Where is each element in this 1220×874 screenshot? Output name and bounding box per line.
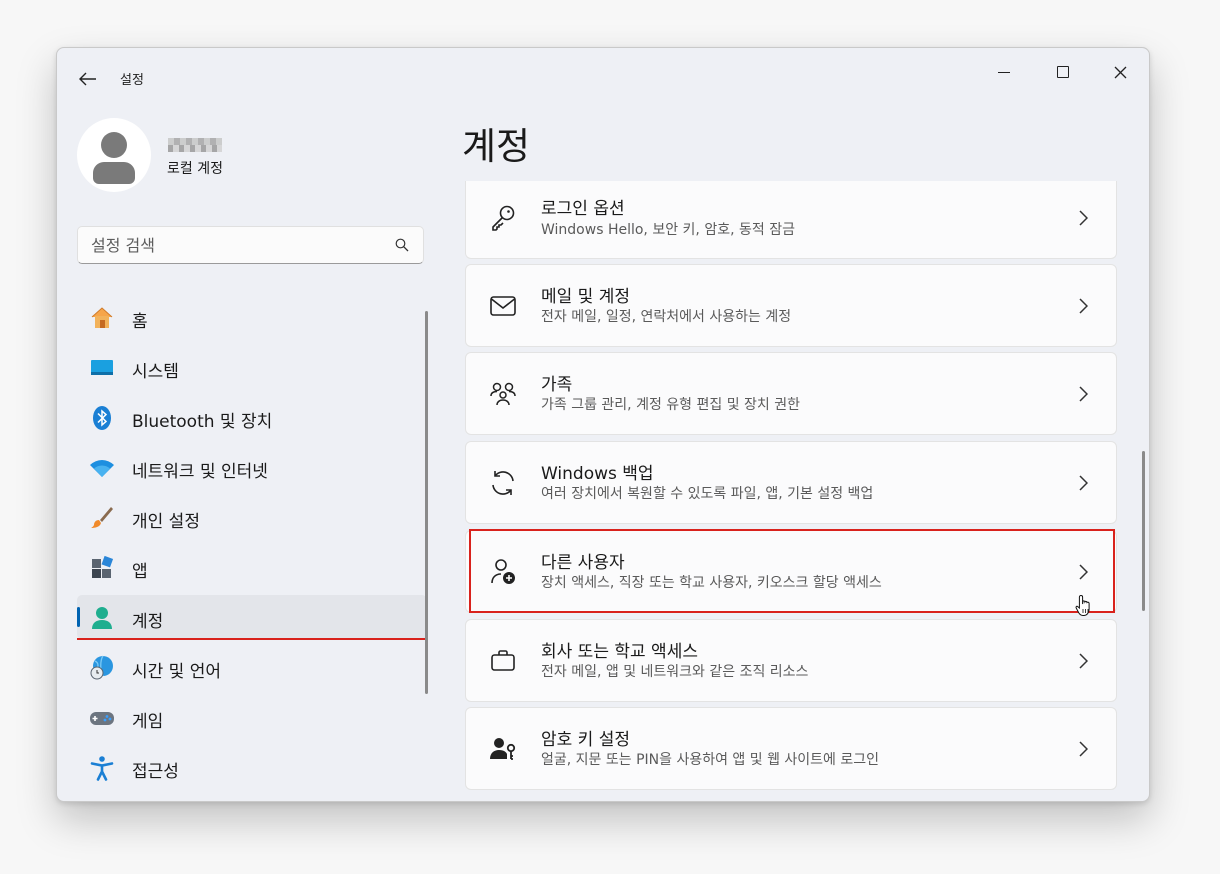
nav-item-personalization[interactable]: 개인 설정 [77,495,427,539]
home-icon [91,307,113,328]
card-subtitle: 가족 그룹 관리, 계정 유형 편집 및 장치 권한 [541,397,801,413]
card-subtitle: 장치 액세스, 직장 또는 학교 사용자, 키오스크 할당 액세스 [541,575,882,591]
card-subtitle: 전자 메일, 앱 및 네트워크와 같은 조직 리소스 [541,664,809,680]
content-scrollbar[interactable] [1142,451,1145,611]
nav-item-home[interactable]: 홈 [77,295,427,339]
nav-item-system[interactable]: 시스템 [77,345,427,389]
nav-label: 홈 [132,312,148,332]
card-title: 가족 [541,375,573,395]
sync-icon [492,471,514,495]
avatar-body [93,162,135,184]
nav-item-gaming[interactable]: 게임 [77,695,427,739]
maximize-icon [1057,66,1069,78]
nav-scrollbar[interactable] [425,311,428,694]
profile-name-blurred [168,138,222,152]
avatar[interactable] [77,118,151,192]
close-icon [1114,66,1126,78]
hand-cursor-icon [1075,594,1090,616]
wifi-icon [90,460,114,477]
close-button[interactable] [1097,56,1143,88]
brush-icon [91,507,113,528]
key-icon [492,205,515,231]
card-work-school-access[interactable]: 회사 또는 학교 액세스 전자 메일, 앱 및 네트워크와 같은 조직 리소스 [465,619,1117,702]
card-title: 회사 또는 학교 액세스 [541,642,698,662]
card-title: 로그인 옵션 [541,199,625,219]
search-input[interactable] [91,227,391,263]
search-icon [395,238,409,252]
accessibility-icon [90,756,114,781]
nav-label: 계정 [132,612,164,632]
window-title: 설정 [120,73,144,88]
chevron-right-icon [1079,564,1088,580]
nav-label: 접근성 [132,762,179,782]
maximize-button[interactable] [1040,56,1086,88]
selection-indicator [77,607,80,627]
nav-label: 앱 [132,562,148,582]
passkey-icon [490,738,516,760]
bluetooth-icon [93,406,111,430]
card-email-accounts[interactable]: 메일 및 계정 전자 메일, 일정, 연락처에서 사용하는 계정 [465,264,1117,347]
avatar-head [101,132,127,158]
nav-item-network[interactable]: 네트워크 및 인터넷 [77,445,427,489]
minimize-button[interactable] [981,56,1027,88]
nav-item-bluetooth[interactable]: Bluetooth 및 장치 [77,395,427,439]
nav-item-accounts[interactable]: 계정 [77,595,427,639]
card-passkey-settings[interactable]: 암호 키 설정 얼굴, 지문 또는 PIN을 사용하여 앱 및 웹 사이트에 로… [465,707,1117,790]
nav-label: 개인 설정 [132,512,200,532]
nav-label: 게임 [132,712,164,732]
apps-icon [92,555,114,578]
gamepad-icon [90,712,114,725]
nav-label: 시스템 [132,362,179,382]
card-title: 다른 사용자 [541,553,625,573]
card-subtitle: 전자 메일, 일정, 연락처에서 사용하는 계정 [541,309,792,325]
card-other-users[interactable]: 다른 사용자 장치 액세스, 직장 또는 학교 사용자, 키오스크 할당 액세스 [465,530,1117,613]
account-icon [92,607,112,629]
chevron-right-icon [1079,475,1088,491]
briefcase-icon [491,650,515,671]
nav-item-apps[interactable]: 앱 [77,545,427,589]
card-subtitle: Windows Hello, 보안 키, 암호, 동적 잠금 [541,222,795,238]
card-signin-options[interactable]: 로그인 옵션 Windows Hello, 보안 키, 암호, 동적 잠금 [465,181,1117,259]
profile-account-type: 로컬 계정 [167,161,223,177]
card-title: 메일 및 계정 [541,287,631,307]
card-subtitle: 얼굴, 지문 또는 PIN을 사용하여 앱 및 웹 사이트에 로그인 [541,752,880,768]
card-subtitle: 여러 장치에서 복원할 수 있도록 파일, 앱, 기본 설정 백업 [541,486,874,502]
card-family[interactable]: 가족 가족 그룹 관리, 계정 유형 편집 및 장치 권한 [465,352,1117,435]
back-button[interactable] [77,68,99,90]
page-title: 계정 [462,125,531,168]
nav-label: 네트워크 및 인터넷 [132,462,268,482]
back-arrow-icon [79,72,96,86]
nav-label: 시간 및 언어 [132,662,222,682]
add-user-icon [491,559,515,584]
chevron-right-icon [1079,741,1088,757]
system-icon [91,360,113,375]
card-title: Windows 백업 [541,464,654,484]
mail-icon [490,296,516,316]
family-icon [490,382,516,406]
chevron-right-icon [1079,653,1088,669]
nav-item-accessibility[interactable]: 접근성 [77,745,427,789]
minimize-icon [998,71,1010,73]
chevron-right-icon [1079,210,1088,226]
card-windows-backup[interactable]: Windows 백업 여러 장치에서 복원할 수 있도록 파일, 앱, 기본 설… [465,441,1117,524]
search-box[interactable] [77,226,424,264]
globe-clock-icon [90,655,113,680]
selection-underline [77,638,428,640]
nav-item-time-language[interactable]: 시간 및 언어 [77,645,427,689]
card-title: 암호 키 설정 [541,730,631,750]
settings-window: 설정 로컬 계정 홈 시스템 Bluetooth 및 장치 네트워크 및 인터넷… [56,47,1150,802]
chevron-right-icon [1079,386,1088,402]
nav-label: Bluetooth 및 장치 [132,412,273,432]
chevron-right-icon [1079,298,1088,314]
